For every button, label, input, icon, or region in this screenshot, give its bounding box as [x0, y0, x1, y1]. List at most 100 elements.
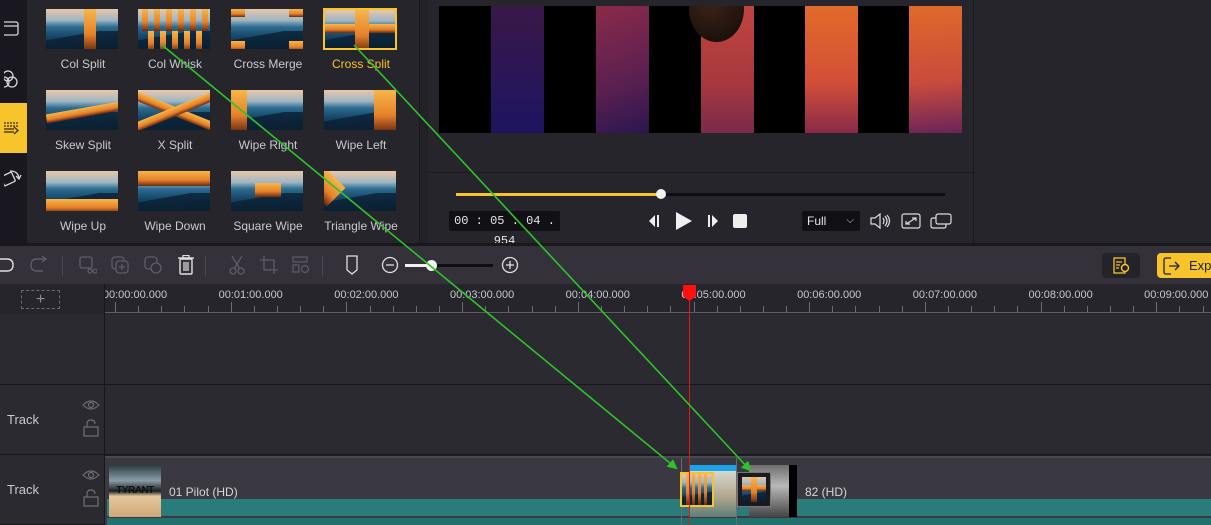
- transition-wipe-up[interactable]: Wipe Up: [45, 170, 121, 233]
- toolbar-divider: [205, 256, 206, 276]
- next-frame-icon: [708, 215, 718, 227]
- timeline-toolbar: Expo: [0, 243, 1211, 284]
- media-tab[interactable]: [0, 8, 27, 48]
- ruler-tick: [438, 306, 440, 312]
- ruler-label: 00:04:00.000: [565, 289, 630, 301]
- transitions-scrollbar[interactable]: [419, 0, 428, 243]
- crop-button[interactable]: [258, 254, 280, 276]
- track-area-empty[interactable]: [105, 314, 1211, 385]
- zoom-in-button[interactable]: [499, 254, 521, 276]
- transition-triangle-wipe[interactable]: Triangle Wipe: [323, 170, 399, 233]
- ruler-tick: [924, 302, 926, 312]
- clip-cut-icon: [79, 256, 97, 274]
- ruler-tick: [300, 306, 302, 312]
- ruler-tick: [971, 306, 973, 312]
- transitions-panel: Col Split Col Whisk Cross Merge Cross Split…: [27, 0, 419, 243]
- transition-skew-split[interactable]: Skew Split: [45, 89, 121, 152]
- add-copy-icon: [111, 256, 129, 274]
- pop-out-button[interactable]: [930, 211, 952, 231]
- previous-frame-button[interactable]: [646, 211, 662, 231]
- zoom-out-button[interactable]: [379, 254, 401, 276]
- ruler-tick: [554, 306, 556, 312]
- media-icon: [3, 21, 19, 36]
- redo-button[interactable]: [28, 254, 50, 276]
- delete-button[interactable]: [175, 254, 197, 276]
- ruler-tick: [276, 306, 278, 312]
- ruler-tick: [138, 306, 140, 312]
- ruler-tick: [994, 306, 996, 312]
- eye-icon[interactable]: [82, 399, 100, 411]
- redo-icon: [30, 256, 48, 272]
- transition-cross-merge[interactable]: Cross Merge: [230, 8, 306, 71]
- transition-square-wipe[interactable]: Square Wipe: [230, 170, 306, 233]
- transition-label: Triangle Wipe: [324, 219, 398, 233]
- rotate-tab[interactable]: [0, 158, 27, 198]
- export-settings-button[interactable]: [1102, 253, 1140, 278]
- volume-button[interactable]: [869, 211, 891, 231]
- video-editor-window: Col Split Col Whisk Cross Merge Cross Split…: [0, 0, 1211, 525]
- transition-label: Square Wipe: [233, 219, 303, 233]
- export-label: Expo: [1189, 258, 1211, 273]
- ruler-tick: [485, 306, 487, 312]
- timeline-ruler[interactable]: 00:00:00.000 00:01:00.000 00:02:00.000 00:0…: [105, 284, 1211, 314]
- audio-waveform-lower: [107, 518, 1211, 525]
- ruler-label: 00:07:00.000: [912, 289, 978, 301]
- ruler-tick: [786, 306, 788, 312]
- stop-button[interactable]: [732, 211, 748, 231]
- marker-button[interactable]: [341, 254, 363, 276]
- transition-col-split[interactable]: Col Split: [45, 8, 121, 71]
- transition-wipe-right[interactable]: Wipe Right: [230, 89, 306, 152]
- layout-settings-button[interactable]: [290, 254, 312, 276]
- transition-thumbnail: [323, 8, 397, 50]
- duplicate-button[interactable]: [142, 254, 164, 276]
- undo-button[interactable]: [0, 254, 16, 276]
- delete-gap-button[interactable]: [77, 254, 99, 276]
- transition-label: Wipe Down: [144, 219, 206, 233]
- video-clip-track[interactable]: TYRANT 01 Pilot (HD) 82 (HD): [105, 456, 1211, 525]
- playback-progress[interactable]: [456, 189, 945, 199]
- progress-handle[interactable]: [656, 189, 667, 199]
- transition-wipe-down[interactable]: Wipe Down: [137, 170, 213, 233]
- left-rail: [0, 0, 27, 243]
- ruler-tick: [832, 306, 834, 312]
- next-frame-button[interactable]: [705, 211, 721, 231]
- transition-wipe-left[interactable]: Wipe Left: [323, 89, 399, 152]
- ruler-tick: [369, 306, 371, 312]
- player-controls: 00 : 05 : 04 . 954 Full ⌵: [428, 172, 973, 248]
- track-header: Track: [0, 385, 105, 455]
- preview-zoom-value: Full: [807, 214, 827, 228]
- timeline-zoom-slider[interactable]: [405, 260, 493, 271]
- eye-icon[interactable]: [82, 469, 100, 481]
- ruler-tick: [531, 306, 533, 312]
- ruler-label: 00:06:00.000: [797, 289, 862, 301]
- fullscreen-icon: [901, 213, 921, 229]
- preview-zoom-select[interactable]: Full ⌵: [802, 211, 860, 231]
- layout-settings-icon: [292, 256, 310, 274]
- ruler-tick: [1017, 306, 1019, 312]
- effects-tab[interactable]: [0, 58, 27, 98]
- export-button[interactable]: Expo: [1157, 253, 1211, 278]
- split-button[interactable]: [226, 254, 248, 276]
- transitions-tab[interactable]: [0, 103, 27, 153]
- ruler-label: 00:00:00.000: [105, 289, 168, 301]
- add-clip-button[interactable]: [109, 254, 131, 276]
- play-button[interactable]: [673, 211, 695, 231]
- transition-label: Cross Split: [331, 57, 390, 71]
- lock-open-icon[interactable]: [83, 489, 99, 507]
- transition-x-split[interactable]: X Split: [137, 89, 213, 152]
- fullscreen-button[interactable]: [900, 211, 922, 231]
- zoom-slider-handle[interactable]: [426, 260, 438, 271]
- crop-icon: [260, 256, 278, 274]
- lock-open-icon[interactable]: [83, 419, 99, 437]
- transition-cross-split[interactable]: Cross Split: [323, 8, 399, 71]
- add-track-button[interactable]: +: [21, 290, 60, 309]
- transition-chip-col-whisk[interactable]: [680, 472, 714, 507]
- preview-panel: [428, 0, 973, 172]
- preview-stripe: [805, 6, 858, 133]
- transition-col-whisk[interactable]: Col Whisk: [137, 8, 213, 71]
- track-area[interactable]: [105, 385, 1211, 455]
- playhead-line: [689, 300, 690, 525]
- transition-chip-cross-split[interactable]: [737, 472, 771, 507]
- ruler-tick: [323, 306, 325, 312]
- clip-thumbnail[interactable]: TYRANT: [109, 465, 161, 517]
